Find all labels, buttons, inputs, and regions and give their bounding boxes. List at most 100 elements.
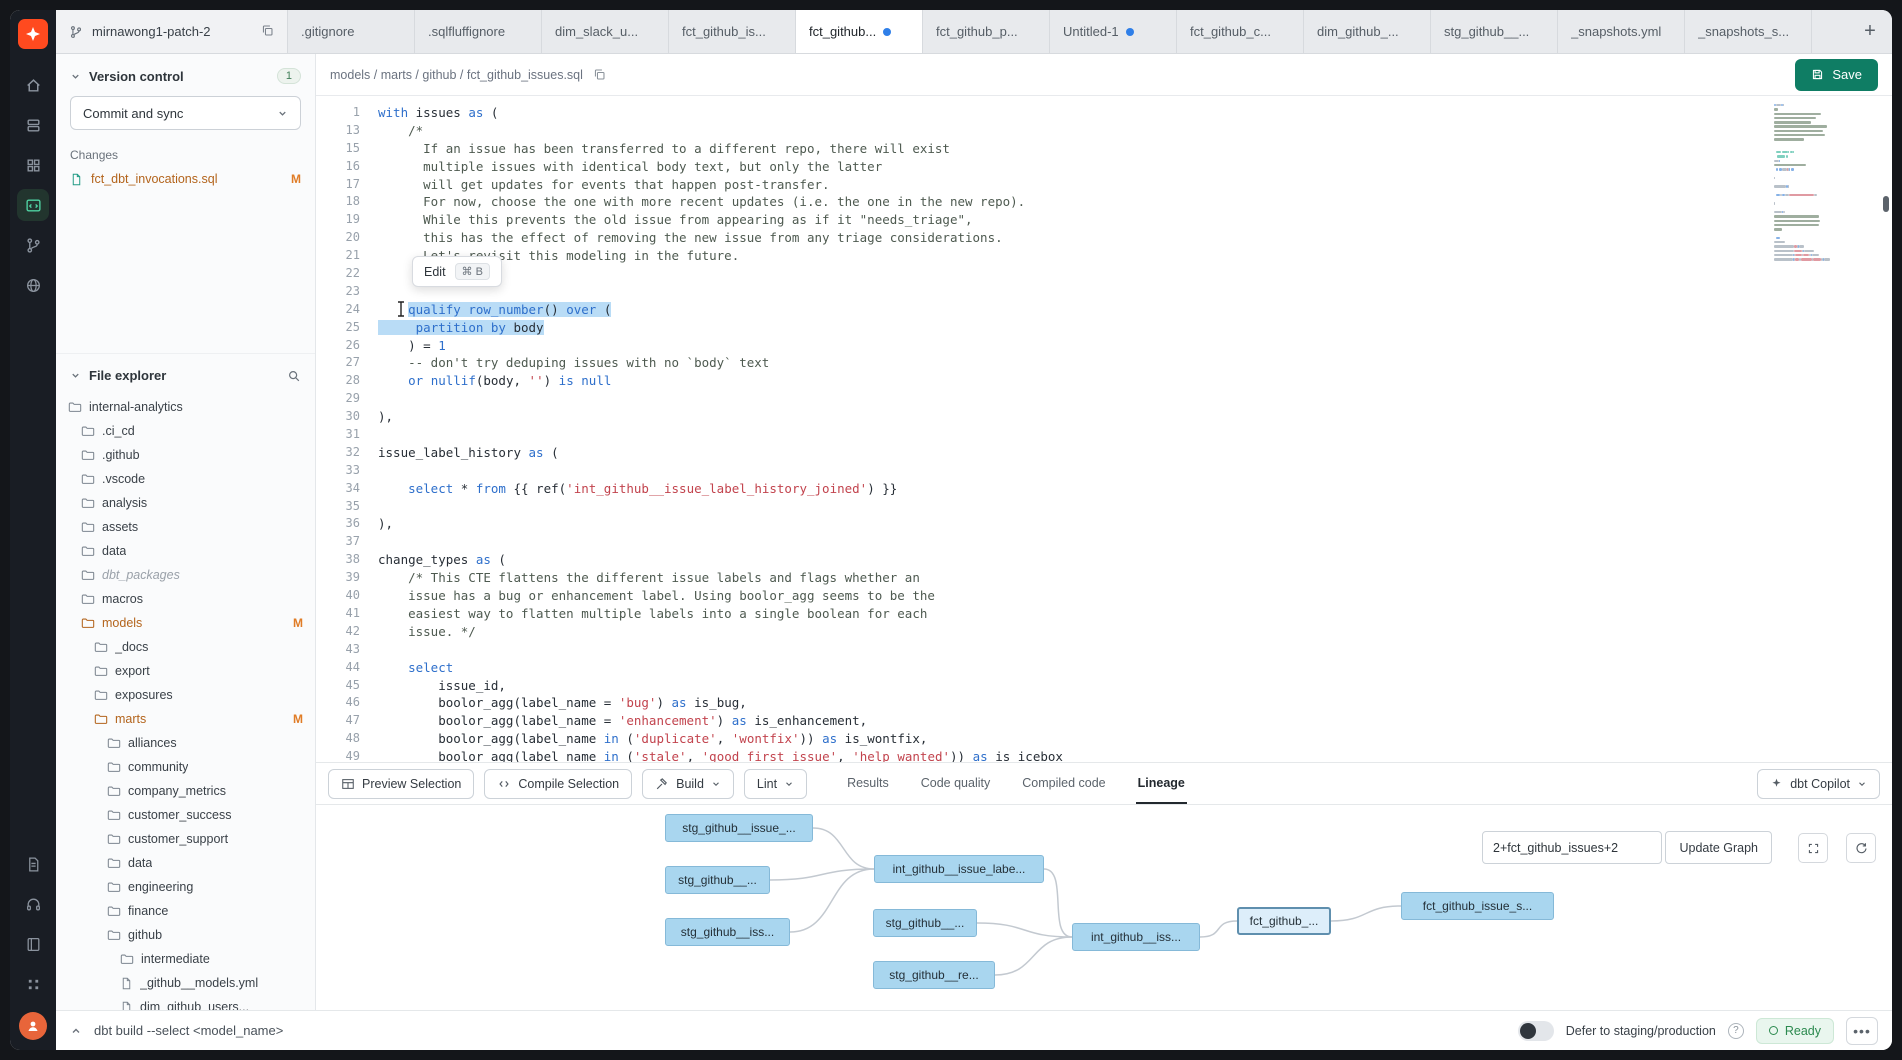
apps-icon[interactable] (17, 149, 49, 181)
editor-tab-fct-github-c[interactable]: fct_github_c... (1177, 10, 1304, 53)
tab-label: fct_github... (809, 24, 876, 39)
tree-item-macros[interactable]: macros (56, 587, 315, 611)
preview-selection-button[interactable]: Preview Selection (328, 769, 474, 799)
minimap-token (1803, 254, 1809, 256)
save-button[interactable]: Save (1795, 59, 1878, 91)
tree-item-github[interactable]: github (56, 923, 315, 947)
lineage-node-fct-github[interactable]: fct_github_... (1237, 907, 1331, 935)
editor-tab-fct-github-is[interactable]: fct_github_is... (669, 10, 796, 53)
branch-tab[interactable]: mirnawong1-patch-2 (56, 10, 288, 53)
tree-item-assets[interactable]: assets (56, 515, 315, 539)
support-headset-icon[interactable] (17, 888, 49, 920)
lineage-node-stg-github-re[interactable]: stg_github__re... (873, 961, 995, 989)
lineage-selector-input[interactable] (1482, 831, 1662, 864)
tree-item-community[interactable]: community (56, 755, 315, 779)
chevron-down-icon[interactable] (70, 370, 81, 381)
notebook-icon[interactable] (17, 928, 49, 960)
warehouse-icon[interactable] (17, 109, 49, 141)
tree-item-intermediate[interactable]: intermediate (56, 947, 315, 971)
changed-file-row[interactable]: fct_dbt_invocations.sqlM (56, 168, 315, 190)
tree-item-export[interactable]: export (56, 659, 315, 683)
editor-tab-sqlfluffignore[interactable]: .sqlfluffignore (415, 10, 542, 53)
version-control-header[interactable]: Version control 1 (56, 54, 315, 94)
globe-icon[interactable] (17, 269, 49, 301)
code-editor[interactable]: 1with issues as (13 /*15 If an issue has… (316, 96, 1892, 762)
grid-menu-icon[interactable] (17, 968, 49, 1000)
tree-item-company-metrics[interactable]: company_metrics (56, 779, 315, 803)
editor-tab-untitled-1[interactable]: Untitled-1 (1050, 10, 1177, 53)
tree-item-exposures[interactable]: exposures (56, 683, 315, 707)
editor-tab-dim-slack-u[interactable]: dim_slack_u... (542, 10, 669, 53)
user-avatar[interactable] (19, 1012, 47, 1040)
minimap-token (1774, 224, 1819, 226)
status-badge[interactable]: Ready (1756, 1018, 1834, 1044)
tree-item-dim-github-users[interactable]: dim_github_users... (56, 995, 315, 1010)
tree-item-models[interactable]: modelsM (56, 611, 315, 635)
tree-item-github-models-yml[interactable]: _github__models.yml (56, 971, 315, 995)
compile-selection-button[interactable]: Compile Selection (484, 769, 632, 799)
home-icon[interactable] (17, 69, 49, 101)
lineage-node-int-github-iss[interactable]: int_github__iss... (1072, 923, 1200, 951)
copy-path-icon[interactable] (593, 68, 606, 81)
commit-and-sync-button[interactable]: Commit and sync (70, 96, 301, 130)
code-token: issue_label_history (378, 445, 529, 460)
edit-tooltip-label[interactable]: Edit (424, 265, 446, 279)
develop-ide-icon[interactable] (17, 189, 49, 221)
lineage-node-stg-github-issue[interactable]: stg_github__issue_... (665, 814, 813, 842)
tree-item-finance[interactable]: finance (56, 899, 315, 923)
tab-code-quality[interactable]: Code quality (919, 763, 993, 804)
defer-toggle[interactable] (1518, 1021, 1554, 1041)
tree-item-analysis[interactable]: analysis (56, 491, 315, 515)
tree-item-internal-analytics[interactable]: internal-analytics (56, 395, 315, 419)
editor-tab-snapshots-yml[interactable]: _snapshots.yml (1558, 10, 1685, 53)
tree-item-customer-success[interactable]: customer_success (56, 803, 315, 827)
fullscreen-icon[interactable] (1798, 833, 1828, 863)
tree-item-github[interactable]: .github (56, 443, 315, 467)
tree-item-marts[interactable]: martsM (56, 707, 315, 731)
copy-branch-icon[interactable] (261, 24, 274, 40)
lint-button[interactable]: Lint (744, 769, 807, 799)
tree-item-customer-support[interactable]: customer_support (56, 827, 315, 851)
editor-tab-dim-github[interactable]: dim_github_... (1304, 10, 1431, 53)
tree-item-engineering[interactable]: engineering (56, 875, 315, 899)
tree-item-alliances[interactable]: alliances (56, 731, 315, 755)
lineage-node-int-github-issue-labe[interactable]: int_github__issue_labe... (874, 855, 1044, 883)
tree-item-data[interactable]: data (56, 539, 315, 563)
lineage-node-stg-github-iss[interactable]: stg_github__iss... (665, 918, 790, 946)
lineage-node-stg-github[interactable]: stg_github__... (665, 866, 770, 894)
update-graph-button[interactable]: Update Graph (1665, 831, 1772, 864)
help-icon[interactable]: ? (1728, 1023, 1744, 1039)
editor-tab-fct-github-p[interactable]: fct_github_p... (923, 10, 1050, 53)
tree-item-vscode[interactable]: .vscode (56, 467, 315, 491)
lineage-node-stg-github[interactable]: stg_github__... (873, 909, 977, 937)
editor-tab-gitignore[interactable]: .gitignore (288, 10, 415, 53)
file-explorer-header[interactable]: File explorer (56, 354, 315, 393)
tree-item-data[interactable]: data (56, 851, 315, 875)
editor-tab-stg-github[interactable]: stg_github__... (1431, 10, 1558, 53)
minimap[interactable] (1774, 104, 1876, 262)
lineage-edge (1331, 906, 1401, 921)
refresh-icon[interactable] (1846, 833, 1876, 863)
command-input[interactable]: dbt build --select <model_name> (94, 1023, 283, 1038)
editor-tab-snapshots-s[interactable]: _snapshots_s... (1685, 10, 1812, 53)
tree-item-dbt-packages[interactable]: dbt_packages (56, 563, 315, 587)
lineage-node-fct-github-issue-s[interactable]: fct_github_issue_s... (1401, 892, 1554, 920)
chevron-down-icon[interactable] (70, 71, 81, 82)
editor-tab-fct-github[interactable]: fct_github... (796, 10, 923, 53)
tab-results[interactable]: Results (845, 763, 891, 804)
chevron-up-icon[interactable] (70, 1025, 82, 1037)
tree-item-docs[interactable]: _docs (56, 635, 315, 659)
search-icon[interactable] (287, 369, 301, 383)
docs-icon[interactable] (17, 848, 49, 880)
modified-badge: M (293, 616, 303, 630)
tab-compiled-code[interactable]: Compiled code (1020, 763, 1107, 804)
build-button[interactable]: Build (642, 769, 734, 799)
scrollbar-thumb[interactable] (1883, 196, 1889, 212)
dbt-copilot-button[interactable]: dbt Copilot (1757, 769, 1880, 799)
tab-lineage[interactable]: Lineage (1136, 763, 1187, 804)
dbt-logo-icon[interactable] (18, 19, 48, 49)
overflow-menu-button[interactable]: ••• (1846, 1017, 1878, 1045)
tree-item-ci-cd[interactable]: .ci_cd (56, 419, 315, 443)
new-tab-button[interactable]: + (1848, 10, 1892, 53)
branch-icon[interactable] (17, 229, 49, 261)
